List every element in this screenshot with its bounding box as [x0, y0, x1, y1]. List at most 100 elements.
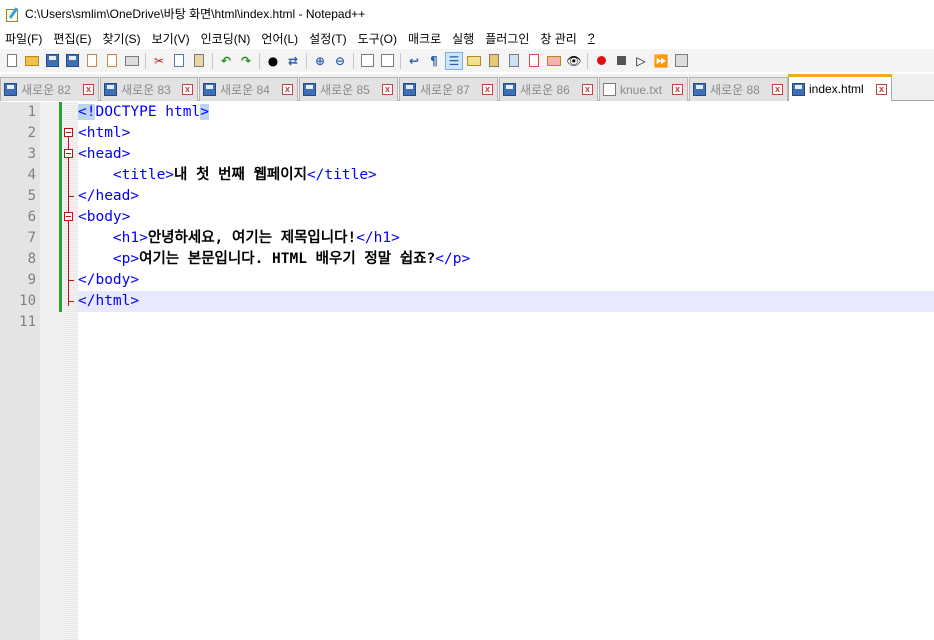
tab-new-84[interactable]: 새로운 84 x — [199, 77, 298, 101]
document-map-icon[interactable] — [486, 53, 502, 69]
code-token: <! — [78, 104, 96, 120]
menu-search[interactable]: 찾기(S) — [97, 30, 146, 47]
menu-language[interactable]: 언어(L) — [256, 30, 304, 47]
title-bar: C:\Users\smlim\OneDrive\바탕 화면\html\index… — [0, 0, 934, 27]
record-macro-icon[interactable] — [593, 53, 609, 69]
menu-file[interactable]: 파일(F) — [0, 30, 48, 47]
code-line[interactable]: <html> — [78, 123, 130, 144]
tab-new-85[interactable]: 새로운 85 x — [299, 77, 398, 101]
copy-icon[interactable] — [171, 53, 187, 69]
code-token: <title> — [112, 167, 175, 183]
sync-horizontal-icon[interactable] — [379, 53, 395, 69]
code-line[interactable]: <h1>안녕하세요, 여기는 제목입니다!</h1> — [78, 228, 400, 249]
undo-icon[interactable]: ↶ — [218, 53, 234, 69]
user-language-icon[interactable] — [466, 53, 482, 69]
change-history-bar — [59, 102, 62, 312]
paste-icon[interactable] — [191, 53, 207, 69]
function-list-icon[interactable] — [506, 53, 522, 69]
fold-toggle-head[interactable] — [64, 149, 73, 158]
menu-plugins[interactable]: 플러그인 — [480, 30, 535, 47]
fold-end-body — [68, 280, 74, 281]
close-icon[interactable]: x — [876, 83, 887, 95]
sync-vertical-icon[interactable] — [359, 53, 375, 69]
code-line[interactable]: <body> — [78, 207, 130, 228]
code-token: <html> — [78, 125, 131, 141]
print-icon[interactable] — [124, 53, 140, 69]
tab-index-html[interactable]: index.html x — [788, 74, 892, 101]
menu-run[interactable]: 실행 — [447, 30, 480, 47]
replace-icon[interactable]: ⇄ — [285, 53, 301, 69]
folder-as-workspace-icon[interactable] — [526, 53, 542, 69]
word-wrap-icon[interactable]: ↩ — [406, 53, 422, 69]
close-icon[interactable]: x — [672, 84, 683, 95]
code-line[interactable]: </body> — [78, 270, 139, 291]
indent-guide-icon[interactable]: ☰ — [445, 51, 463, 70]
menu-settings[interactable]: 설정(T) — [304, 30, 352, 47]
fold-margin[interactable] — [64, 102, 78, 640]
tab-new-83[interactable]: 새로운 83 x — [100, 77, 198, 101]
close-file-icon[interactable] — [84, 53, 100, 69]
code-line[interactable]: <title>내 첫 번째 웹페이지</title> — [78, 165, 377, 186]
tab-new-82[interactable]: 새로운 82 x — [0, 77, 99, 101]
menu-macro[interactable]: 매크로 — [403, 30, 447, 47]
zoom-out-icon[interactable]: ⊖ — [332, 53, 348, 69]
tab-new-88[interactable]: 새로운 88 x — [689, 77, 788, 101]
run-macro-multiple-icon[interactable]: ⏩ — [653, 53, 669, 69]
menu-window[interactable]: 창 관리 — [535, 30, 582, 47]
close-icon[interactable]: x — [772, 84, 783, 95]
menu-view[interactable]: 보기(V) — [147, 30, 196, 47]
menu-encoding[interactable]: 인코딩(N) — [196, 30, 257, 47]
code-token: <body> — [78, 209, 131, 225]
close-icon[interactable]: x — [382, 84, 393, 95]
tab-label: 새로운 83 — [121, 83, 171, 97]
play-macro-icon[interactable]: ▷ — [633, 53, 649, 69]
code-line[interactable]: </head> — [78, 186, 139, 207]
find-icon[interactable]: ● — [265, 53, 281, 69]
menu-edit[interactable]: 편집(E) — [48, 30, 97, 47]
redo-icon[interactable]: ↷ — [238, 53, 254, 69]
project-icon[interactable] — [546, 53, 562, 69]
new-file-icon[interactable] — [4, 53, 20, 69]
save-icon — [792, 82, 805, 96]
cut-icon[interactable]: ✂ — [151, 53, 167, 69]
tab-label: 새로운 86 — [520, 83, 570, 97]
code-text: 내 첫 번째 웹페이지 — [174, 167, 307, 183]
close-icon[interactable]: x — [582, 84, 593, 95]
tab-new-86[interactable]: 새로운 86 x — [499, 77, 598, 101]
line-number: 10 — [19, 293, 36, 309]
save-all-icon[interactable] — [64, 53, 80, 69]
toolbar: ✂ ↶ ↷ ● ⇄ ⊕ ⊖ ↩ ¶ ☰ 👁 ▷ ⏩ — [0, 49, 934, 72]
close-all-icon[interactable] — [104, 53, 120, 69]
save-icon — [303, 83, 316, 96]
tab-label: index.html — [809, 82, 864, 96]
line-number: 7 — [27, 230, 36, 246]
code-text: 안녕하세요, 여기는 제목입니다! — [147, 230, 357, 246]
save-icon[interactable] — [44, 53, 60, 69]
menu-help[interactable]: ? — [583, 31, 601, 45]
tab-knue-txt[interactable]: knue.txt x — [599, 77, 688, 101]
save-icon — [503, 83, 516, 96]
stop-recording-icon[interactable] — [613, 53, 629, 69]
code-line[interactable]: <head> — [78, 144, 130, 165]
menu-tools[interactable]: 도구(O) — [353, 30, 403, 47]
close-icon[interactable]: x — [83, 84, 94, 95]
tab-label: 새로운 84 — [220, 83, 270, 97]
monitoring-icon[interactable]: 👁 — [566, 53, 582, 69]
code-line[interactable]: <!DOCTYPE html> — [78, 102, 209, 123]
code-line[interactable]: </html> — [78, 291, 139, 312]
close-icon[interactable]: x — [182, 84, 193, 95]
toolbar-separator — [212, 52, 213, 69]
open-file-icon[interactable] — [24, 53, 40, 69]
toolbar-separator — [145, 52, 146, 69]
show-all-characters-icon[interactable]: ¶ — [426, 53, 442, 69]
toolbar-separator — [400, 52, 401, 69]
zoom-in-icon[interactable]: ⊕ — [312, 53, 328, 69]
fold-toggle-body[interactable] — [64, 212, 73, 221]
code-line[interactable]: <p>여기는 본문입니다. HTML 배우기 정말 쉽죠?</p> — [78, 249, 470, 270]
line-number: 9 — [27, 272, 36, 288]
close-icon[interactable]: x — [282, 84, 293, 95]
save-macro-icon[interactable] — [673, 53, 689, 69]
fold-toggle-html[interactable] — [64, 128, 73, 137]
tab-new-87[interactable]: 새로운 87 x — [399, 77, 498, 101]
close-icon[interactable]: x — [482, 84, 493, 95]
